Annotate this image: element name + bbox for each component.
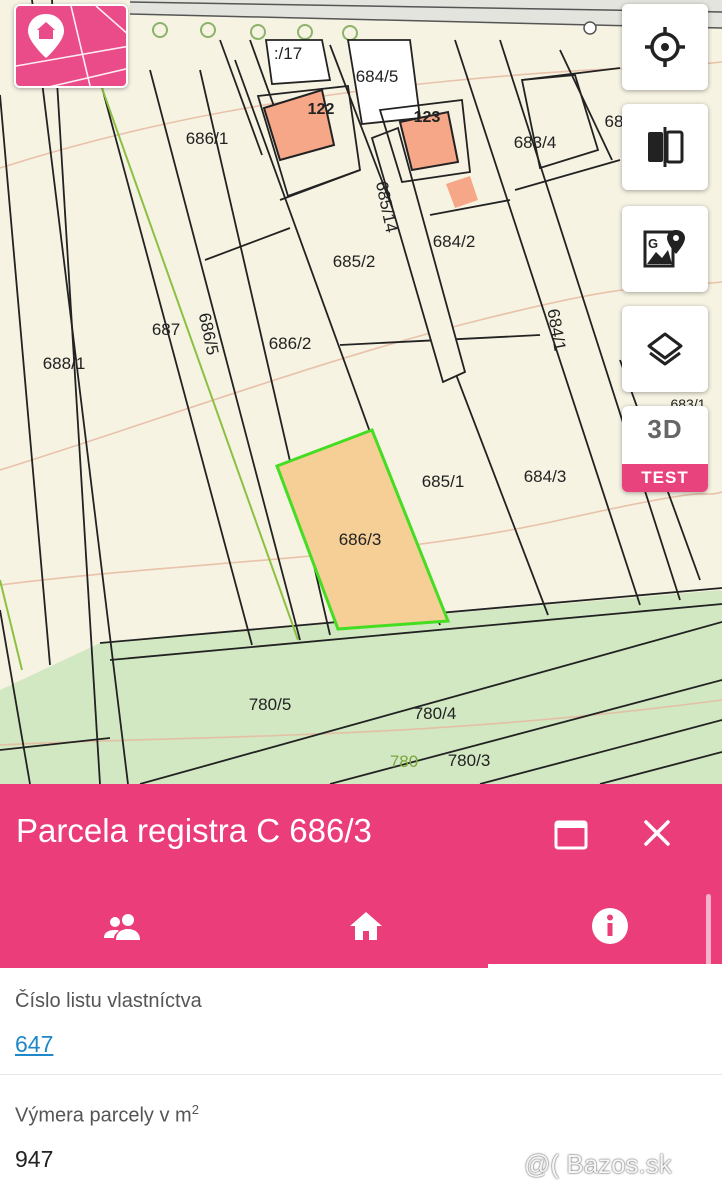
parcel-label[interactable]: 685/2: [333, 252, 376, 272]
people-icon: [104, 914, 140, 940]
home-icon: [350, 912, 382, 940]
map-source-button[interactable]: G: [622, 206, 708, 292]
parcel-label[interactable]: 780/4: [414, 704, 457, 724]
test-badge: TEST: [622, 464, 708, 492]
parcel-label[interactable]: 780/5: [249, 695, 292, 715]
parcel-label[interactable]: 685/1: [422, 472, 465, 492]
parcel-area-value: 947: [15, 1146, 54, 1172]
ownership-sheet-link[interactable]: 647: [15, 1031, 53, 1057]
panel-scrollbar[interactable]: [706, 894, 711, 974]
maximize-button[interactable]: [548, 812, 594, 858]
ownership-sheet-value[interactable]: 647: [15, 1031, 53, 1058]
google-map-icon: G: [643, 230, 685, 268]
svg-text:G: G: [648, 236, 658, 251]
app-logo-button[interactable]: [14, 4, 128, 88]
tab-owners[interactable]: [0, 884, 244, 968]
3d-label: 3D: [647, 414, 683, 444]
parcel-label[interactable]: 688/1: [43, 354, 86, 374]
parcel-area-label-text: Výmera parcely v m: [15, 1104, 192, 1127]
parcel-label[interactable]: 686/1: [186, 129, 229, 149]
parcel-label[interactable]: 683/4: [514, 133, 557, 153]
home-pin-icon: [16, 6, 126, 86]
parcel-label[interactable]: 684/3: [524, 467, 567, 487]
layers-button[interactable]: [622, 306, 708, 392]
field-divider: [0, 1074, 722, 1075]
maximize-icon: [554, 820, 588, 850]
parcel-area-unit-sup: 2: [191, 1102, 199, 1117]
parcel-label[interactable]: :/17: [274, 44, 302, 64]
watermark: @( Bazos.sk: [524, 1149, 672, 1179]
parcel-label[interactable]: 780: [390, 752, 418, 772]
parcel-area-label: Výmera parcely v m2: [15, 1102, 199, 1128]
crosshair-icon: [645, 27, 685, 67]
layers-icon: [647, 332, 683, 366]
split-compare-icon: [648, 127, 684, 167]
locate-button[interactable]: [622, 4, 708, 90]
parcel-label[interactable]: 684/2: [433, 232, 476, 252]
parcel-label[interactable]: 68: [605, 112, 624, 132]
parcel-label[interactable]: 686/2: [269, 334, 312, 354]
cadastral-map[interactable]: 686/1 688/1 687 686/5 686/2 685/2 684/2 …: [0, 0, 722, 784]
info-icon: [592, 908, 628, 944]
parcel-label[interactable]: 687: [152, 320, 180, 340]
parcel-details: Číslo listu vlastníctva 647 Výmera parce…: [0, 968, 722, 1200]
close-button[interactable]: [634, 810, 680, 856]
ownership-sheet-label: Číslo listu vlastníctva: [15, 990, 202, 1012]
close-icon: [644, 820, 670, 846]
selected-parcel-label[interactable]: 686/3: [339, 530, 382, 550]
parcel-panel-header: Parcela registra C 686/3: [0, 784, 722, 974]
building-number: 123: [413, 109, 441, 126]
tab-info[interactable]: [488, 884, 722, 968]
panel-title: Parcela registra C 686/3: [16, 812, 372, 849]
tab-building[interactable]: [244, 884, 488, 968]
compare-button[interactable]: [622, 104, 708, 190]
3d-test-button[interactable]: 3D TEST: [622, 406, 708, 492]
parcel-label[interactable]: 780/3: [448, 751, 491, 771]
parcel-label[interactable]: 684/5: [356, 67, 399, 87]
building-number: 122: [307, 101, 335, 118]
